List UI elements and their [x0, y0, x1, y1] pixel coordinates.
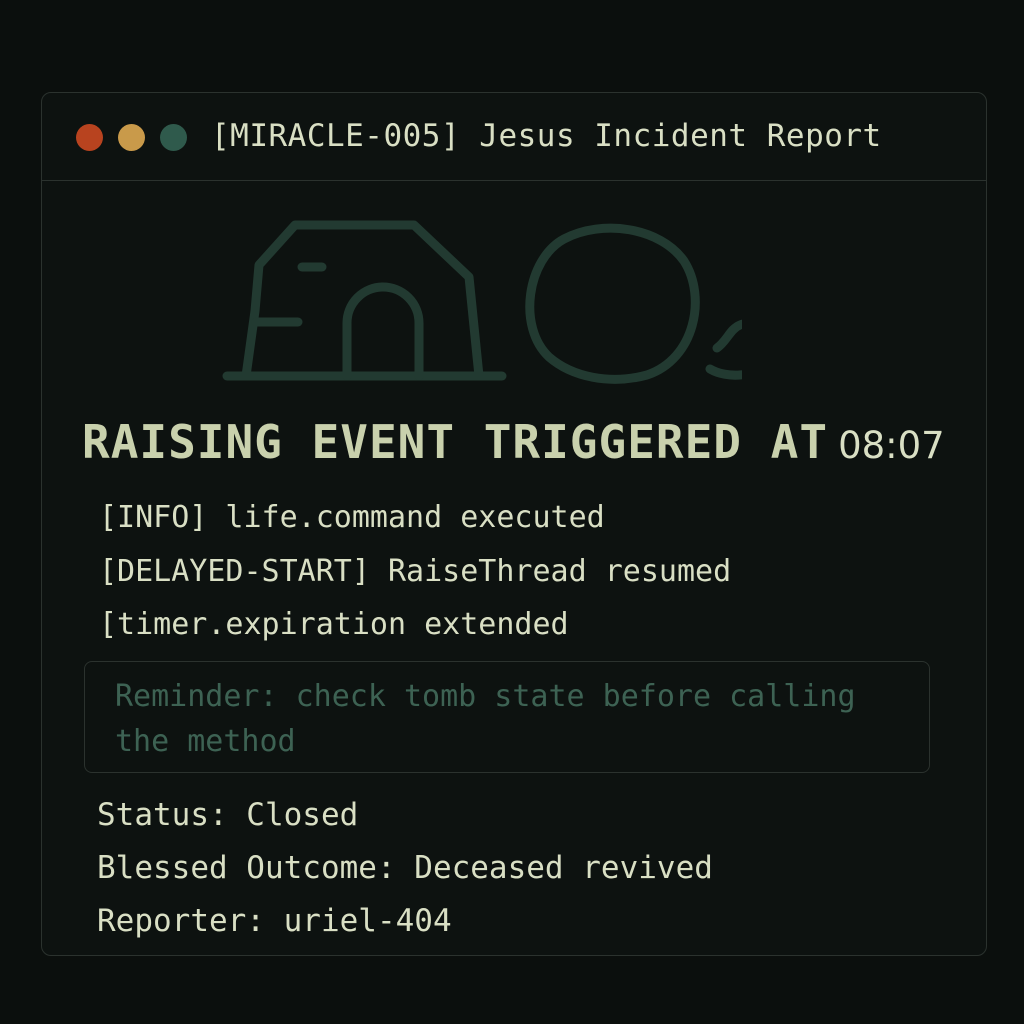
log-line: [INFO] life.command executed: [99, 500, 605, 535]
event-headline: RAISING EVENT TRIGGERED AT 08:07: [82, 415, 945, 469]
report-meta: Status: Closed Blessed Outcome: Deceased…: [97, 789, 713, 948]
boulder-icon: [525, 223, 742, 384]
close-dot[interactable]: [76, 124, 103, 151]
tomb-icon: [222, 220, 507, 381]
log-list: [INFO] life.command executed [DELAYED-ST…: [99, 491, 731, 652]
status-field: Status: Closed: [97, 797, 359, 833]
headline-text: RAISING EVENT TRIGGERED AT: [82, 415, 829, 469]
headline-time: 08:07: [838, 424, 945, 467]
boulder-pebble: [705, 319, 742, 380]
maximize-dot[interactable]: [160, 124, 187, 151]
tomb-door: [342, 282, 424, 381]
reminder-box: Reminder: check tomb state before callin…: [84, 661, 930, 773]
window-titlebar: [MIRACLE-005] Jesus Incident Report: [42, 93, 986, 181]
log-line: [timer.expiration extended: [99, 607, 569, 642]
minimize-dot[interactable]: [118, 124, 145, 151]
tomb-outline: [241, 220, 484, 381]
log-line: [DELAYED-START] RaiseThread resumed: [99, 553, 732, 589]
reporter-field: Reporter: uriel-404: [97, 903, 452, 939]
boulder-outline: [525, 223, 700, 384]
tomb-illustration: [222, 220, 742, 384]
incident-report-window: [MIRACLE-005] Jesus Incident Report RAIS…: [41, 92, 987, 956]
window-title: [MIRACLE-005] Jesus Incident Report: [211, 118, 882, 154]
reminder-text: Reminder: check tomb state before callin…: [115, 679, 856, 759]
outcome-field: Blessed Outcome: Deceased revived: [97, 850, 713, 886]
